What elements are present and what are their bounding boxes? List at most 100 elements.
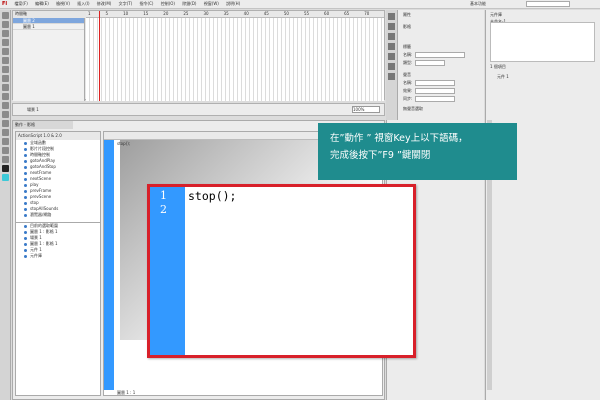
transform-tool-icon[interactable] [2, 30, 9, 37]
field-label: 同步: [403, 96, 413, 101]
line-number: 2 [160, 203, 167, 216]
instruction-callout: 在”動作 ” 視窗Key上以下語碼， 完成後按下”F9 ”鍵關閉 [318, 123, 517, 180]
menu-item-debug[interactable]: 除錯(D) [182, 1, 196, 6]
zoomed-code[interactable]: stop(); [188, 189, 236, 203]
deco-tool-icon[interactable] [2, 102, 9, 109]
zoomed-script-editor: 1 2 stop(); [147, 184, 416, 358]
menu-item-insert[interactable]: 插入(I) [77, 1, 89, 6]
sound-name-select[interactable] [415, 80, 456, 86]
menu-item-file[interactable]: 檔案(F) [14, 1, 27, 6]
ruler-tick: 65 [344, 11, 350, 16]
scene-label[interactable]: 場景 1 [27, 107, 39, 112]
menu-item-help[interactable]: 說明(H) [226, 1, 240, 6]
callout-line-2: 完成後按下”F9 ”鍵關閉 [330, 150, 431, 161]
stroke-color-icon[interactable] [2, 165, 9, 172]
library-title: 元件庫 [490, 12, 502, 17]
script-version-select[interactable]: ActionScript 1.0 & 2.0 [16, 132, 100, 140]
zoom-tool-icon[interactable] [2, 156, 9, 163]
timeline-panel: 時間軸 圖層 2 圖層 1 1 5 10 15 20 25 30 35 40 4… [12, 10, 385, 101]
swatches-panel-icon[interactable] [388, 23, 395, 30]
search-input[interactable] [526, 1, 570, 7]
library-preview [490, 22, 595, 62]
lasso-tool-icon[interactable] [2, 39, 9, 46]
pen-tool-icon[interactable] [2, 48, 9, 55]
workspace-switcher[interactable]: 基本功能 [470, 1, 486, 7]
tools-panel [0, 10, 11, 400]
zoomed-line-gutter: 1 2 [150, 187, 185, 355]
line-tool-icon[interactable] [2, 66, 9, 73]
ruler-tick: 5 [105, 11, 109, 16]
actions-toolbox: ActionScript 1.0 & 2.0 全域函數 影片片段控制 時間軸控制… [15, 131, 101, 396]
ruler-tick: 55 [303, 11, 310, 16]
playhead[interactable] [99, 11, 100, 101]
layer-row[interactable]: 圖層 1 [13, 24, 84, 30]
ruler-tick: 35 [223, 11, 229, 16]
frame-ruler: 1 5 10 15 20 25 30 35 40 45 50 55 60 65 … [86, 11, 384, 18]
align-panel-icon[interactable] [388, 33, 395, 40]
properties-type: 影格 [403, 24, 411, 29]
brush-tool-icon[interactable] [2, 93, 9, 100]
line-number: 1 [160, 189, 167, 202]
field-label: 效果: [403, 88, 413, 93]
menu-item-modify[interactable]: 修改(M) [97, 1, 112, 6]
sound-effect-select[interactable] [415, 88, 456, 94]
eraser-tool-icon[interactable] [2, 138, 9, 145]
components-panel-icon[interactable] [388, 63, 395, 70]
transform-panel-icon[interactable] [388, 53, 395, 60]
menu-item-commands[interactable]: 指令(C) [140, 1, 154, 6]
section-label[interactable]: 聲音 [403, 72, 484, 78]
script-status: 圖層 1 : 1 [117, 390, 136, 395]
subselection-tool-icon[interactable] [2, 21, 9, 28]
flash-logo: Fl [2, 1, 8, 7]
hand-tool-icon[interactable] [2, 147, 9, 154]
label-type-select[interactable] [415, 60, 446, 66]
flash-ide-screen: Fl 檔案(F) 編輯(E) 檢視(V) 插入(I) 修改(M) 文字(T) 指… [0, 0, 600, 400]
script-tree-item[interactable]: 元件庫 [16, 253, 100, 259]
no-sound-note: 無聲音選取 [403, 106, 423, 111]
sound-sync-select[interactable] [415, 96, 456, 102]
ruler-tick: 20 [163, 11, 169, 16]
pencil-tool-icon[interactable] [2, 84, 9, 91]
ruler-tick: 60 [324, 11, 330, 16]
eyedropper-tool-icon[interactable] [2, 129, 9, 136]
field-label: 名稱: [403, 80, 413, 85]
menu-item-edit[interactable]: 編輯(E) [35, 1, 49, 6]
selection-tool-icon[interactable] [2, 12, 9, 19]
action-list-item[interactable]: 瀏覽器/網路 [16, 212, 100, 218]
ruler-tick: 45 [263, 11, 269, 16]
fill-color-icon[interactable] [2, 174, 9, 181]
field-label: 名稱: [403, 52, 413, 57]
rectangle-tool-icon[interactable] [2, 75, 9, 82]
ruler-tick: 30 [203, 11, 209, 16]
bone-tool-icon[interactable] [2, 111, 9, 118]
menu-item-control[interactable]: 控制(O) [161, 1, 175, 6]
library-count: 1 個項目 [490, 64, 506, 69]
line-number-gutter [104, 140, 114, 390]
frame-name-input[interactable] [415, 52, 466, 58]
ruler-tick: 40 [243, 11, 249, 16]
properties-title: 屬性 [403, 12, 411, 17]
motion-presets-icon[interactable] [388, 73, 395, 80]
paint-bucket-tool-icon[interactable] [2, 120, 9, 127]
ruler-tick: 1 [88, 11, 91, 16]
library-item[interactable]: 元件 1 [497, 74, 509, 80]
panel-icon-strip [386, 10, 398, 120]
info-panel-icon[interactable] [388, 43, 395, 50]
edit-bar: 場景 1 100% [12, 103, 385, 116]
ruler-tick: 10 [123, 11, 129, 16]
ruler-tick: 15 [143, 11, 149, 16]
ruler-tick: 50 [283, 11, 289, 16]
frame-grid[interactable] [86, 18, 384, 101]
field-label: 類型: [403, 60, 413, 65]
callout-line-1: 在”動作 ” 視窗Key上以下語碼， [330, 133, 468, 144]
timeline-tab[interactable]: 時間軸 [15, 11, 27, 17]
text-tool-icon[interactable] [2, 57, 9, 64]
zoom-select[interactable]: 100% [352, 106, 380, 113]
color-panel-icon[interactable] [388, 13, 395, 20]
menu-item-text[interactable]: 文字(T) [119, 1, 133, 6]
actions-tab[interactable]: 動作 - 影格 [13, 121, 73, 129]
layer-list: 圖層 2 圖層 1 [13, 18, 85, 101]
menu-item-view[interactable]: 檢視(V) [56, 1, 70, 6]
section-label[interactable]: 標籤 [403, 44, 484, 50]
menu-item-window[interactable]: 視窗(W) [204, 1, 219, 6]
